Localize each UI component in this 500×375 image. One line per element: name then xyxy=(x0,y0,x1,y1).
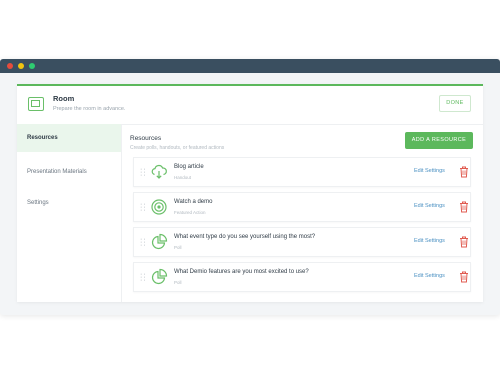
drag-handle-icon[interactable]: ·· ·· ·· xyxy=(140,236,146,249)
resource-type: Poll xyxy=(174,245,182,250)
maximize-window-button[interactable] xyxy=(29,63,35,69)
resources-panel: Resources Create polls, handouts, or fea… xyxy=(121,124,483,302)
close-window-button[interactable] xyxy=(7,63,13,69)
sidebar-item-settings[interactable]: Settings xyxy=(17,189,121,217)
resource-title: Blog article xyxy=(174,164,204,170)
resource-type: Poll xyxy=(174,280,182,285)
sidebar-item-resources[interactable]: Resources xyxy=(17,124,121,152)
pie-chart-icon xyxy=(151,268,168,285)
target-icon xyxy=(151,199,167,215)
resource-type: Handout xyxy=(174,175,192,180)
room-header: Room Prepare the room in advance. DONE xyxy=(17,86,483,125)
done-button[interactable]: DONE xyxy=(439,95,471,112)
edit-settings-link[interactable]: Edit Settings xyxy=(414,273,445,279)
edit-settings-link[interactable]: Edit Settings xyxy=(414,203,445,209)
resource-row[interactable]: ·· ·· ·· What Demio features are you most … xyxy=(133,262,471,292)
title-bar xyxy=(0,59,500,73)
resource-row[interactable]: ·· ·· ·· What event type do you see yourse… xyxy=(133,227,471,257)
drag-handle-icon[interactable]: ·· ·· ·· xyxy=(140,201,146,214)
sidebar: Resources Presentation Materials Setting… xyxy=(17,124,122,302)
resource-title: What event type do you see yourself usin… xyxy=(174,234,316,240)
drag-handle-icon[interactable]: ·· ·· ·· xyxy=(140,271,146,284)
resource-row[interactable]: ·· ·· ·· Blog article Handout Edit Setting… xyxy=(133,157,471,187)
pie-chart-icon xyxy=(151,233,168,250)
resources-subtitle: Create polls, handouts, or featured acti… xyxy=(130,145,225,151)
resource-row[interactable]: ·· ·· ·· Watch a demo Featured Action Edit… xyxy=(133,192,471,222)
sidebar-item-presentation-materials[interactable]: Presentation Materials xyxy=(17,158,121,186)
trash-icon[interactable] xyxy=(459,166,469,178)
edit-settings-link[interactable]: Edit Settings xyxy=(414,238,445,244)
drag-handle-icon[interactable]: ·· ·· ·· xyxy=(140,166,146,179)
resource-title: What Demio features are you most excited… xyxy=(174,269,309,275)
room-title: Room xyxy=(53,94,75,103)
add-resource-button[interactable]: ADD A RESOURCE xyxy=(405,132,473,149)
trash-icon[interactable] xyxy=(459,201,469,213)
minimize-window-button[interactable] xyxy=(18,63,24,69)
app-window: Room Prepare the room in advance. DONE R… xyxy=(0,59,500,315)
resources-title: Resources xyxy=(130,135,162,142)
resource-title: Watch a demo xyxy=(174,199,213,205)
resource-type: Featured Action xyxy=(174,210,206,215)
room-subtitle: Prepare the room in advance. xyxy=(53,106,126,112)
room-card: Room Prepare the room in advance. DONE R… xyxy=(17,84,483,302)
trash-icon[interactable] xyxy=(459,236,469,248)
room-icon xyxy=(28,97,44,111)
cloud-download-icon xyxy=(151,164,167,179)
trash-icon[interactable] xyxy=(459,271,469,283)
edit-settings-link[interactable]: Edit Settings xyxy=(414,168,445,174)
